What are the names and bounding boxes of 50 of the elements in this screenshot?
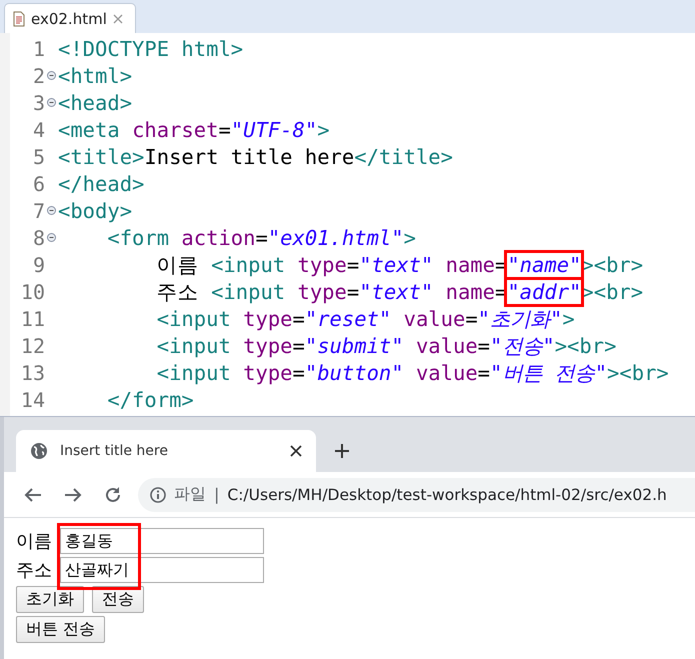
line-number: 2 (32, 64, 45, 88)
browser-tab[interactable]: Insert title here (16, 430, 316, 472)
scheme-label: 파일 (174, 484, 206, 505)
code-line: <meta charset="UTF-8"> (58, 118, 330, 142)
code-line: <input type="submit" value="전송"><br> (156, 332, 616, 360)
new-tab-icon[interactable] (334, 443, 350, 459)
line-number: 5 (32, 144, 45, 168)
form-button[interactable]: 초기화 (16, 586, 84, 613)
fold-icon[interactable] (47, 71, 56, 80)
line-number: 12 (20, 334, 45, 358)
field-label: 이름 (16, 530, 53, 553)
line-number: 14 (20, 388, 45, 412)
text-field[interactable]: 산골짜기 (60, 557, 264, 583)
back-icon[interactable] (24, 486, 42, 502)
code-line: <form action="ex01.html"> (106, 226, 416, 250)
form-button[interactable]: 버튼 전송 (16, 616, 106, 643)
code-line: </form> (106, 388, 194, 412)
reload-icon[interactable] (104, 486, 122, 504)
file-icon (13, 10, 25, 26)
line-number: 10 (20, 280, 45, 304)
forward-icon[interactable] (64, 486, 82, 502)
code-line: <body> (58, 198, 132, 222)
code-line: <input type="reset" value="초기화"> (156, 306, 575, 332)
fold-icon[interactable] (47, 206, 56, 215)
close-icon[interactable] (290, 445, 302, 457)
url-text: C:/Users/MH/Desktop/test-workspace/html-02/src/ex02.h (227, 486, 667, 504)
code-line: </head> (58, 172, 144, 196)
address-bar[interactable]: 파일 | C:/Users/MH/Desktop/test-workspace/html-02/src/ex02.h (138, 478, 695, 512)
line-number: 7 (32, 198, 45, 222)
line-number: 13 (20, 360, 45, 384)
line-number: 1 (32, 36, 45, 60)
line-number: 8 (32, 226, 45, 250)
code-line: <!DOCTYPE html> (58, 36, 244, 60)
fold-icon[interactable] (47, 98, 56, 107)
info-icon[interactable] (150, 486, 166, 502)
line-number: 6 (32, 172, 45, 196)
line-number: 4 (32, 118, 45, 142)
line-number: 11 (20, 306, 45, 330)
fold-icon[interactable] (47, 233, 56, 242)
line-number: 9 (32, 252, 45, 276)
file-tab[interactable]: ex02.html (4, 3, 136, 33)
text-field[interactable]: 홍길동 (60, 528, 264, 554)
code-line: <input type="button" value="버튼 전송"><br> (156, 360, 669, 386)
code-line: <html> (58, 64, 132, 88)
code-line: <head> (58, 90, 132, 114)
code-line: <title>Insert title here</title> (58, 144, 453, 168)
line-number: 3 (32, 90, 45, 114)
globe-icon (30, 442, 48, 460)
field-label: 주소 (16, 559, 53, 582)
separator: | (214, 485, 220, 504)
